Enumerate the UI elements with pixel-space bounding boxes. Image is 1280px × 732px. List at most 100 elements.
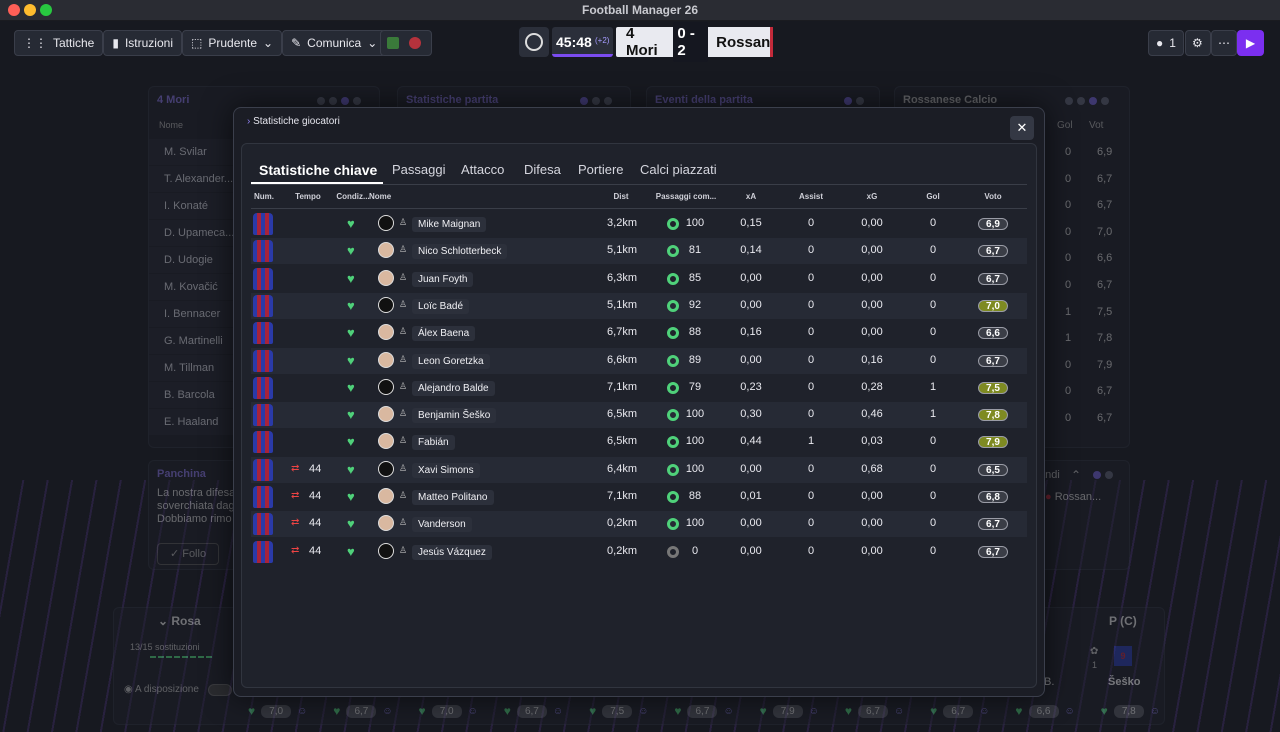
rating-chip-group: ♥ 6,7 ☺ [333, 704, 392, 718]
rating-value: 7,5 [1097, 305, 1113, 318]
column-header-name[interactable]: Nome [369, 192, 449, 201]
player-name[interactable]: Juan Foyth [412, 271, 474, 287]
table-row[interactable]: ♥ ♙ Benjamin Šeško 6,5km 100 0,30 0 0,46 1 7,8 [251, 402, 1027, 429]
tab-4[interactable]: Difesa [524, 162, 561, 177]
rating-value: 6,7 [1097, 199, 1113, 212]
tab-2[interactable]: Passaggi [392, 162, 445, 177]
tactics-icon: ⋮⋮ [23, 36, 47, 50]
close-button[interactable]: ✕ [1010, 116, 1034, 140]
substitution-icon: ⇄ [291, 462, 300, 474]
continue-button[interactable]: ▶ [1237, 30, 1264, 56]
away-team-chip: ● Rossan... [1045, 491, 1101, 503]
column-header-tempo[interactable]: Tempo [289, 192, 327, 201]
tab-6[interactable]: Calci piazzati [640, 162, 717, 177]
rating-chip-group: ♥ 7,9 ☺ [760, 704, 819, 718]
pass-completion-icon [667, 463, 679, 476]
substitution-icon: ⇄ [291, 490, 300, 501]
user-count: 1 [1169, 36, 1176, 50]
list-item: 0 6,7 [1045, 166, 1125, 193]
player-name[interactable]: Benjamin Šeško [412, 408, 497, 424]
table-row[interactable]: ♥ ♙ Leon Goretzka 6,6km 89 0,00 0 0,16 0 6,7 [251, 347, 1027, 374]
player-name: Šeško [1108, 676, 1141, 688]
column-header-cond[interactable]: Condiz... [333, 192, 373, 201]
rating-badge: 6,7 [978, 545, 1008, 558]
breadcrumb-label[interactable]: Statistiche giocatori [253, 116, 340, 127]
player-name[interactable]: Alejandro Balde [412, 380, 495, 396]
player-name[interactable]: Loïc Badé [412, 298, 470, 314]
tab-1[interactable]: Statistiche chiave [259, 162, 377, 178]
column-header-num[interactable]: Num. [251, 192, 277, 201]
rating-chip-group: ♥ 7,0 ☺ [419, 704, 478, 718]
table-row[interactable]: ♥ ♙ Loïc Badé 5,1km 92 0,00 0 0,00 0 7,0 [251, 292, 1027, 319]
home-crest-icon [387, 37, 399, 49]
column-header-pass[interactable]: Passaggi com... [651, 192, 721, 201]
table-row[interactable]: ♥ ♙ Alejandro Balde 7,1km 79 0,23 0 0,28 1 7,5 [251, 375, 1027, 401]
chevron-up-icon[interactable]: ⌃ [1071, 468, 1081, 482]
player-name[interactable]: Vanderson [412, 517, 472, 533]
table-row[interactable]: ⇄ 44 ♥ ♙ Xavi Simons 6,4km 100 0,00 0 0,68 0 6,5 [251, 456, 1027, 483]
instructions-button[interactable]: ▮ Istruzioni [103, 30, 182, 56]
subs-progress [150, 656, 212, 658]
player-name[interactable]: Leon Goretzka [412, 353, 490, 369]
table-row[interactable]: ♥ ♙ Nico Schlotterbeck 5,1km 81 0,14 0 0,00 0 6,7 [251, 238, 1027, 265]
panel-dots [840, 94, 864, 108]
table-row[interactable]: ⇄ 44 ♥ ♙ Jesús Vázquez 0,2km 0 0,00 0 0,00 0 6,7 [251, 539, 1027, 565]
tab-3[interactable]: Attacco [461, 162, 504, 177]
table-row[interactable]: ♥ ♙ Juan Foyth 6,3km 85 0,00 0 0,00 0 6,7 [251, 266, 1027, 292]
condition-heart-icon: ♥ [333, 704, 341, 718]
breadcrumb: › Statistiche giocatori [247, 116, 340, 127]
settings-button[interactable]: ⚙ [1185, 30, 1211, 56]
tab-5[interactable]: Portiere [578, 162, 624, 177]
squad-header[interactable]: ⌄ Rosa [158, 614, 201, 628]
assist-value: 0 [807, 298, 815, 311]
list-item: 0 6,7 [1045, 192, 1125, 219]
player-face-icon [378, 296, 394, 313]
rating-chip: 6,7 [687, 704, 718, 718]
mentality-dropdown[interactable]: ⬚ Prudente ⌄ [182, 30, 283, 56]
table-row[interactable]: ♥ ♙ Mike Maignan 3,2km 100 0,15 0 0,00 0 6,9 [251, 211, 1027, 237]
table-row[interactable]: ♥ ♙ Álex Baena 6,7km 88 0,16 0 0,00 0 6,6 [251, 320, 1027, 346]
tactics-button[interactable]: ⋮⋮ Tattiche [14, 30, 104, 56]
rating-chip-group: ♥ 6,6 ☺ [1015, 704, 1074, 718]
goals-value: 0 [1065, 146, 1072, 158]
goals-value: 0 [1065, 172, 1072, 185]
table-row[interactable]: ♥ ♙ Fabián 6,5km 100 0,44 1 0,03 0 7,9 [251, 429, 1027, 455]
table-row[interactable]: ⇄ 44 ♥ ♙ Matteo Politano 7,1km 88 0,01 0 0,00 0 6,8 [251, 484, 1027, 510]
list-item: 0 6,7 [1045, 405, 1125, 432]
available-toggle[interactable] [208, 684, 232, 696]
table-row[interactable]: ⇄ 44 ♥ ♙ Vanderson 0,2km 100 0,00 0 0,00 0 6,7 [251, 511, 1027, 538]
user-count-button[interactable]: ● 1 [1148, 30, 1184, 56]
xa-value: 0,00 [740, 353, 762, 366]
column-header-gol[interactable]: Gol [915, 192, 951, 201]
more-button[interactable]: ⋯ [1211, 30, 1237, 56]
player-name[interactable]: Matteo Politano [412, 490, 494, 505]
follow-button[interactable]: ✓ Follo [157, 543, 219, 565]
rating-value: 6,7 [1097, 278, 1113, 291]
column-header-dist[interactable]: Dist [591, 192, 651, 201]
column-header-xg[interactable]: xG [851, 192, 893, 201]
communicate-dropdown[interactable]: ✎ Comunica ⌄ [282, 30, 387, 56]
pass-completion-value: 85 [688, 271, 702, 284]
player-face-icon [378, 242, 394, 259]
column-header-assist[interactable]: Assist [791, 192, 831, 201]
goals-value: 1 [929, 408, 937, 421]
player-name[interactable]: Mike Maignan [412, 217, 487, 232]
column-header-voto[interactable]: Voto [973, 192, 1013, 201]
rating-value: 6,7 [1097, 172, 1113, 185]
player-name[interactable]: Jesús Vázquez [412, 544, 492, 560]
column-header-xa[interactable]: xA [731, 192, 771, 201]
mood-icon: ☺ [638, 705, 649, 717]
player-name[interactable]: Fabián [412, 435, 455, 451]
team-toggle[interactable] [380, 30, 432, 56]
bench-text: La nostra difesa soverchiata dag Dobbiam… [157, 487, 235, 526]
player-name[interactable]: Xavi Simons [412, 462, 480, 478]
pass-completion-value: 92 [688, 298, 702, 311]
player-name[interactable]: Nico Schlotterbeck [412, 244, 508, 260]
distance-value: 6,4km [607, 462, 637, 475]
player-name[interactable]: Álex Baena [412, 326, 476, 342]
instructions-label: Istruzioni [124, 36, 173, 50]
pass-completion-icon [667, 491, 679, 503]
assist-value: 0 [807, 462, 815, 475]
mood-icon: ☺ [979, 705, 990, 717]
assist-value: 0 [807, 408, 815, 421]
